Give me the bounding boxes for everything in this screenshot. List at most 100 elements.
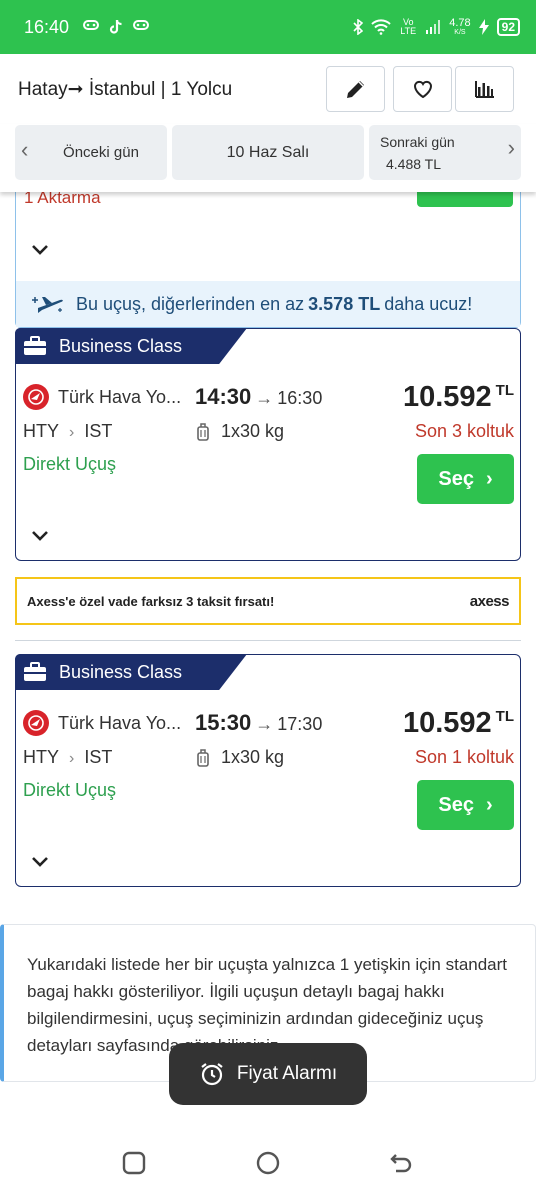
- bluetooth-icon: [353, 19, 364, 35]
- baggage-allowance: 1x30 kg: [221, 747, 285, 767]
- departure-time: 15:30: [195, 710, 252, 735]
- flight-card[interactable]: Business Class Türk Hava Yo... 14:30 → 16:…: [15, 328, 521, 561]
- passenger-count: 1 Yolcu: [170, 79, 233, 100]
- network-label: Vo LTE: [400, 17, 417, 36]
- speed-value: 4.78: [449, 16, 471, 29]
- chevron-down-icon[interactable]: [31, 856, 49, 868]
- plane-sparkle-icon: [32, 297, 63, 313]
- briefcase-icon: [24, 336, 46, 355]
- promo-suffix: daha ucuz!: [384, 293, 473, 314]
- luggage-icon: [197, 422, 209, 441]
- charging-icon: [478, 19, 489, 35]
- price-alarm-label: Fiyat Alarmı: [236, 1063, 338, 1084]
- back-icon[interactable]: [388, 1150, 414, 1176]
- axess-logo: axess: [469, 592, 510, 610]
- origin-code: HTY: [23, 421, 59, 441]
- airline: Türk Hava Yo...: [23, 384, 181, 410]
- tiktok-icon: [109, 19, 122, 34]
- baggage: 1x30 kg: [197, 421, 284, 442]
- airports: HTY › IST: [23, 747, 112, 768]
- seats-left: Son 1 koltuk: [414, 747, 514, 767]
- wifi-icon: [371, 19, 391, 35]
- promo-prefix: Bu uçuş, diğerlerinden en az: [76, 293, 305, 314]
- select-label: Seç: [438, 793, 474, 816]
- axess-banner[interactable]: Axess'e özel vade farksız 3 taksit fırsa…: [15, 577, 521, 625]
- signal-icon: [426, 20, 441, 34]
- price: 10.592 TL: [403, 381, 514, 414]
- time-arrow-icon: →: [255, 714, 274, 734]
- origin-code: HTY: [23, 747, 59, 767]
- app-header: Hatay➞ İstanbul | 1 Yolcu: [0, 54, 536, 124]
- divider: [15, 640, 521, 641]
- next-day-button[interactable]: Sonraki gün 4.488 TL ›: [369, 125, 521, 180]
- destination-code: IST: [84, 747, 113, 767]
- next-day-label: Sonraki gün: [380, 133, 455, 150]
- airline: Türk Hava Yo...: [23, 710, 181, 736]
- chevron-right-icon: ›: [69, 424, 75, 441]
- flight-times: 15:30 → 17:30: [195, 710, 322, 736]
- price-value: 10.592: [402, 381, 492, 413]
- price-alarm-button[interactable]: Fiyat Alarmı: [169, 1043, 367, 1105]
- alarm-clock-icon: [201, 1063, 223, 1086]
- baggage: 1x30 kg: [197, 747, 284, 768]
- price-currency: TL: [495, 708, 514, 726]
- arrival-time: 16:30: [277, 388, 323, 408]
- flight-card-partial: 1 Aktarma Bu uçuş, diğerlerinden en az 3…: [15, 185, 521, 328]
- game-controller-icon: [83, 20, 100, 30]
- chevron-right-icon: ›: [485, 793, 493, 816]
- chevron-down-icon[interactable]: [31, 244, 49, 256]
- chevron-down-icon[interactable]: [31, 530, 49, 542]
- destination-city: İstanbul: [88, 79, 156, 100]
- price-value: 10.592: [402, 707, 492, 739]
- axess-offer-text: Axess'e özel vade farksız 3 taksit fırsa…: [27, 593, 275, 609]
- turkish-airlines-logo: [23, 384, 49, 410]
- current-date-label: 10 Haz Salı: [226, 143, 310, 161]
- flight-card[interactable]: Business Class Türk Hava Yo... 15:30 → 17:…: [15, 654, 521, 887]
- battery-level: 92: [496, 18, 520, 36]
- turkish-airlines-logo: [23, 710, 49, 736]
- pencil-icon: [346, 81, 364, 98]
- chevron-left-icon: ‹: [21, 137, 29, 162]
- airports: HTY › IST: [23, 421, 112, 442]
- promo-amount: 3.578 TL: [308, 293, 381, 314]
- recent-apps-icon[interactable]: [121, 1150, 147, 1176]
- chevron-right-icon: ›: [507, 135, 515, 160]
- route-arrow-icon: ➞: [67, 79, 84, 100]
- bar-chart-icon: [474, 81, 494, 98]
- select-flight-button[interactable]: Seç ›: [417, 780, 514, 830]
- price-chart-button[interactable]: [455, 66, 514, 112]
- price: 10.592 TL: [403, 707, 514, 740]
- time-arrow-icon: →: [255, 388, 274, 408]
- select-flight-button[interactable]: Seç ›: [417, 454, 514, 504]
- edit-search-button[interactable]: [326, 66, 385, 112]
- previous-day-label: Önceki gün: [63, 144, 139, 161]
- route-title: Hatay➞ İstanbul | 1 Yolcu: [18, 79, 233, 100]
- current-date[interactable]: 10 Haz Salı: [172, 125, 364, 180]
- origin-city: Hatay: [18, 79, 68, 100]
- class-tab: Business Class: [15, 328, 247, 364]
- class-tab: Business Class: [15, 654, 247, 690]
- destination-code: IST: [84, 421, 113, 441]
- previous-day-button[interactable]: ‹ Önceki gün: [15, 125, 167, 180]
- status-bar: 16:40 Vo LTE 4.78 K/S 92: [0, 0, 536, 54]
- baggage-allowance: 1x30 kg: [221, 421, 285, 441]
- cheaper-promo: Bu uçuş, diğerlerinden en az 3.578 TL da…: [16, 281, 520, 327]
- airline-name: Türk Hava Yo...: [58, 386, 182, 407]
- speed-unit: K/S: [454, 28, 466, 36]
- home-icon[interactable]: [255, 1150, 281, 1176]
- baggage-info-text: Yukarıdaki listede her bir uçuşta yalnız…: [27, 955, 508, 1055]
- flight-type: Direkt Uçuş: [23, 780, 117, 800]
- briefcase-icon: [24, 662, 46, 681]
- system-navigation-bar: [0, 1128, 536, 1200]
- class-label: Business Class: [59, 335, 183, 356]
- date-navigation: ‹ Önceki gün 10 Haz Salı Sonraki gün 4.4…: [0, 124, 536, 192]
- class-label: Business Class: [59, 661, 183, 682]
- seats-left: Son 3 koltuk: [414, 421, 514, 441]
- arrival-time: 17:30: [277, 714, 323, 734]
- price-currency: TL: [495, 382, 514, 400]
- favorite-button[interactable]: [393, 66, 452, 112]
- flight-type: Direkt Uçuş: [23, 454, 117, 474]
- chevron-right-icon: ›: [69, 750, 75, 767]
- next-day-price: 4.488 TL: [386, 155, 442, 172]
- select-label: Seç: [438, 467, 474, 490]
